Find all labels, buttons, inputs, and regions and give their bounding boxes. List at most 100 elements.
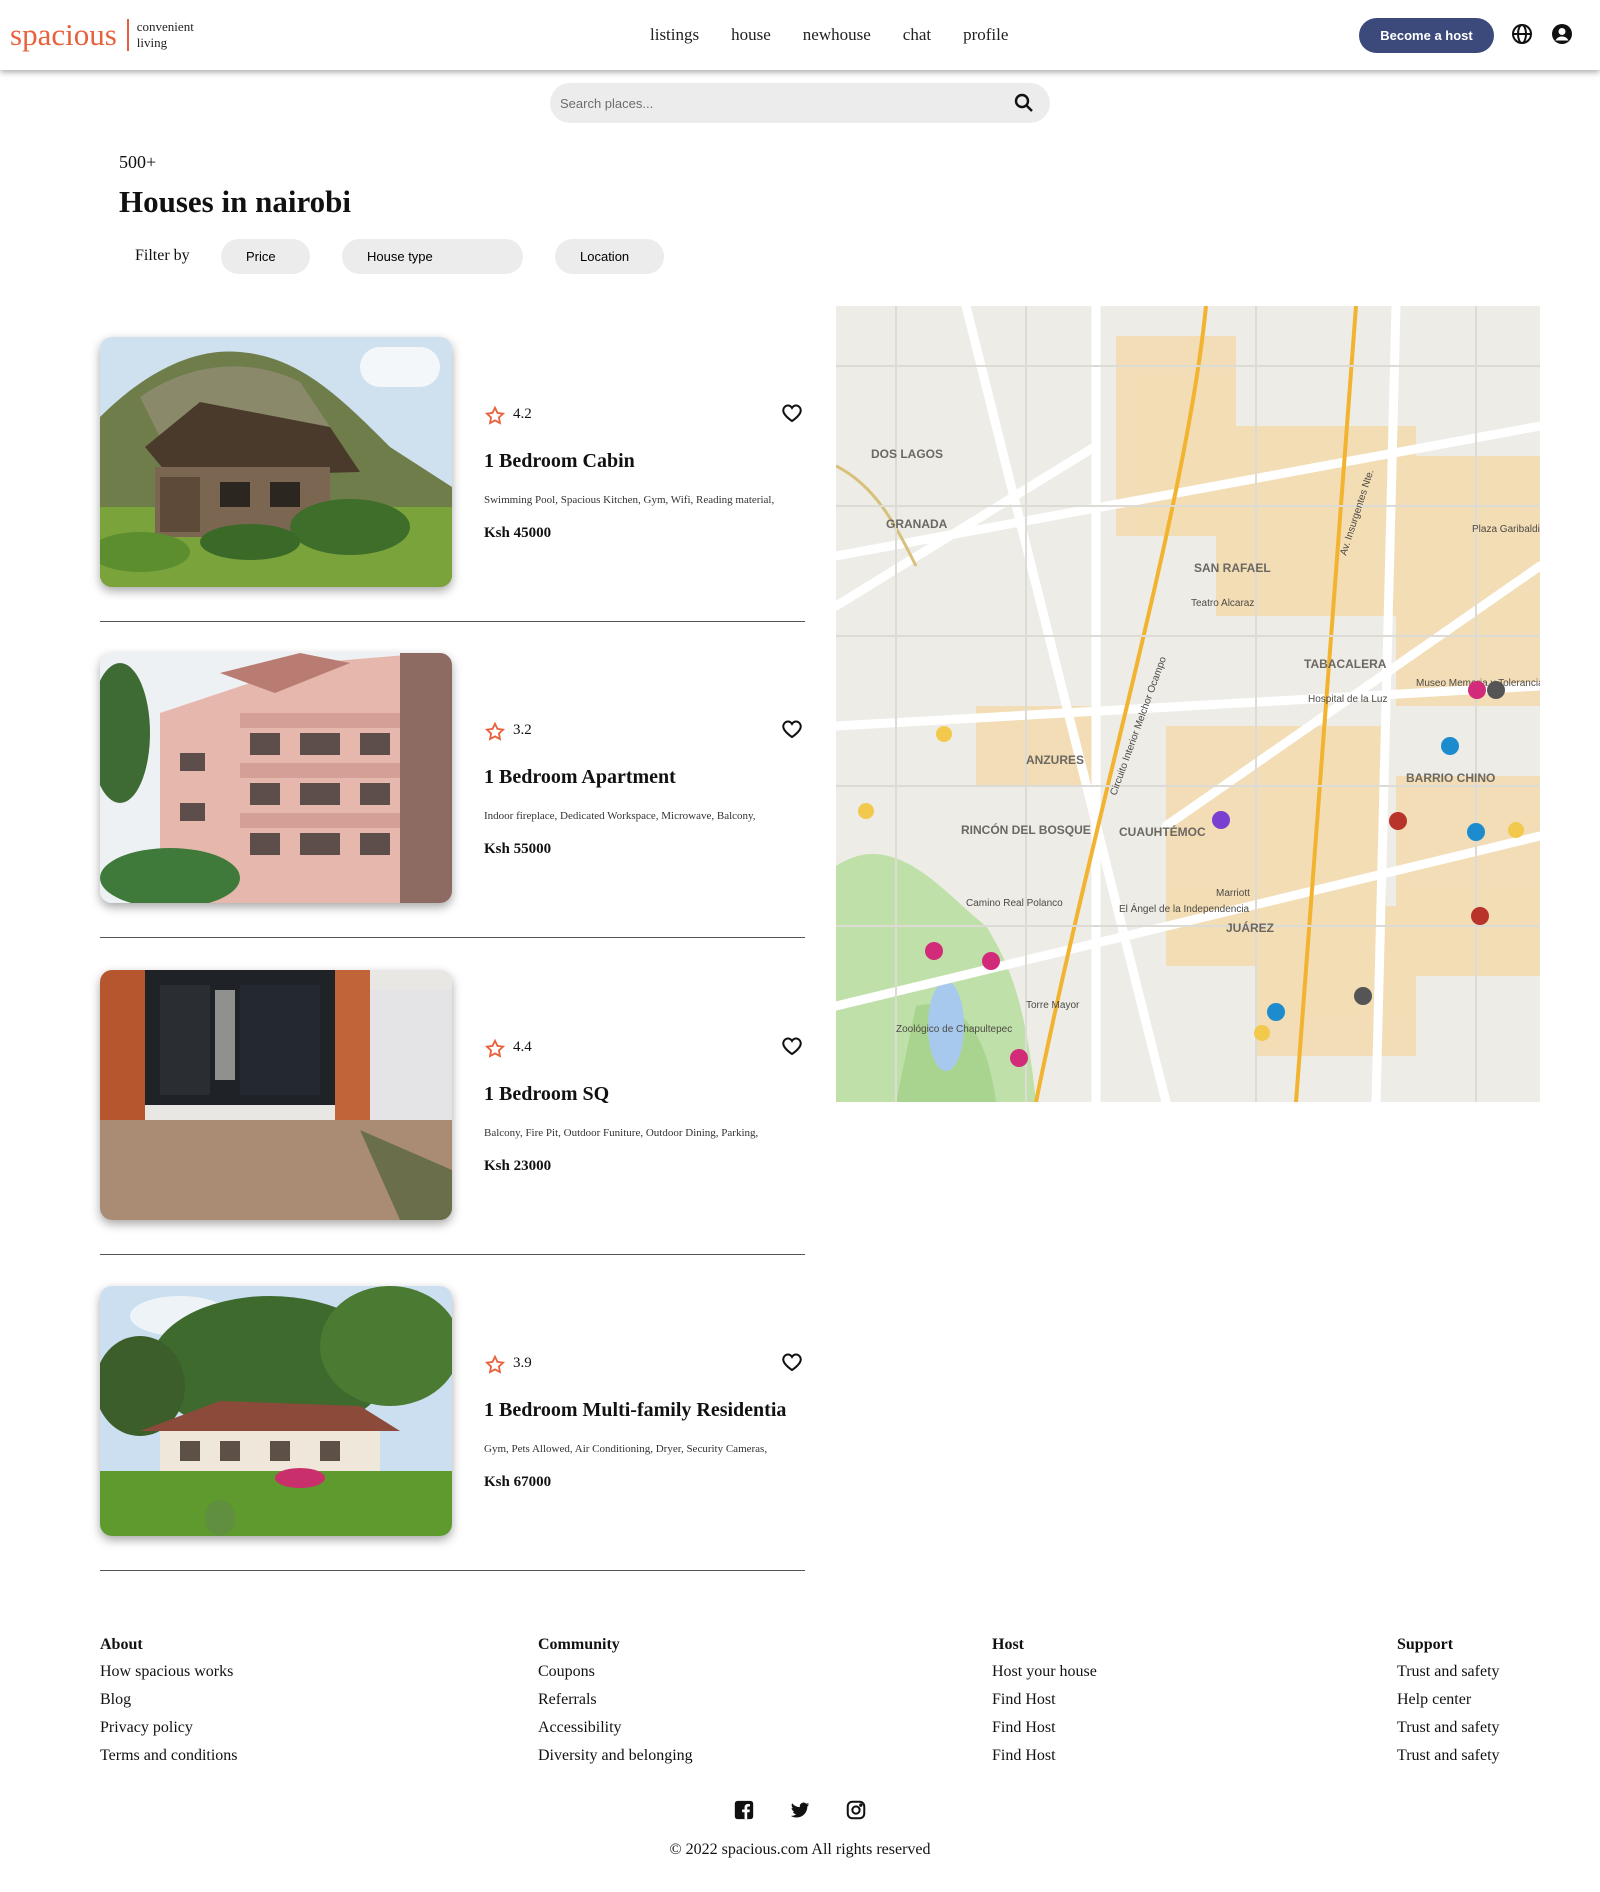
footer-heading: About [100,1636,143,1653]
map-label: Torre Mayor [1026,1000,1080,1011]
listing-amenities: Swimming Pool, Spacious Kitchen, Gym, Wi… [484,494,775,506]
map-label: ANZURES [1026,753,1084,767]
footer-link[interactable]: Privacy policy [100,1714,238,1742]
filter-house-type[interactable]: House type [342,239,523,274]
filter-label: Filter by [135,247,190,264]
listing-photo[interactable] [100,337,452,587]
listing-price: Ksh 45000 [484,525,552,541]
map-label: CUAUHTÉMOC [1119,824,1206,839]
footer-about: About How spacious works Blog Privacy po… [100,1636,238,1770]
top-navbar: spacious convenient living listings hous… [0,0,1600,70]
map-label: BARRIO CHINO [1406,771,1495,785]
footer-link[interactable]: How spacious works [100,1658,238,1686]
main-nav: listings house newhouse chat profile [650,24,1040,46]
heart-icon[interactable] [780,1034,804,1058]
listing-name[interactable]: 1 Bedroom Cabin [484,450,635,473]
footer-heading: Host [992,1636,1024,1653]
copyright: © 2022 spacious.com All rights reserved [669,1841,931,1858]
listing-price: Ksh 55000 [484,841,552,857]
footer-community: Community Coupons Referrals Accessibilit… [538,1636,693,1770]
twitter-icon[interactable] [789,1799,811,1821]
heart-icon[interactable] [780,401,804,425]
star-icon [484,405,506,425]
brand-tagline: convenient living [137,19,194,51]
listing-card[interactable]: 4.2 1 Bedroom Cabin Swimming Pool, Spaci… [100,337,805,637]
footer-support: Support Trust and safety Help center Tru… [1397,1636,1500,1770]
nav-chat[interactable]: chat [903,24,931,46]
listing-price: Ksh 67000 [484,1474,552,1490]
listing-photo[interactable] [100,970,452,1220]
tagline-line-1: convenient [136,19,194,34]
footer-link[interactable]: Host your house [992,1658,1097,1686]
brand-logo[interactable]: spacious convenient living [10,16,194,54]
user-circle-icon[interactable] [1550,22,1574,46]
listing-name[interactable]: 1 Bedroom Multi-family Residentia [484,1399,786,1422]
star-icon [484,1038,506,1058]
footer-link[interactable]: Accessibility [538,1714,693,1742]
search-input[interactable] [560,83,980,123]
footer-link[interactable]: Coupons [538,1658,693,1686]
footer-link[interactable]: Blog [100,1686,238,1714]
nav-profile[interactable]: profile [963,24,1008,46]
logo-divider [126,19,129,51]
tagline-line-2: living [136,35,168,50]
footer-heading: Support [1397,1636,1454,1653]
filter-price[interactable]: Price [221,239,310,274]
listing-name[interactable]: 1 Bedroom Apartment [484,766,676,789]
footer-link[interactable]: Find Host [992,1686,1097,1714]
star-icon [484,721,506,741]
map-label: TABACALERA [1304,657,1387,671]
listing-price: Ksh 23000 [484,1158,552,1174]
search-bar [550,83,1050,123]
listing-rating: 4.2 [513,406,532,422]
listing-card[interactable]: 3.9 1 Bedroom Multi-family Residentia Gy… [100,1286,805,1586]
search-icon[interactable] [1012,91,1036,115]
footer-link[interactable]: Help center [1397,1686,1500,1714]
footer-link[interactable]: Referrals [538,1686,693,1714]
listing-amenities: Gym, Pets Allowed, Air Conditioning, Dry… [484,1443,768,1455]
listing-rating: 3.2 [513,722,532,738]
instagram-icon[interactable] [845,1799,867,1821]
map-label: Marriott [1216,888,1250,899]
nav-newhouse[interactable]: newhouse [803,24,871,46]
listing-amenities: Indoor fireplace, Dedicated Workspace, M… [484,810,756,822]
map-label: Hospital de la Luz [1308,694,1388,705]
footer-link[interactable]: Trust and safety [1397,1742,1500,1770]
results-count: 500+ [119,152,157,172]
globe-icon[interactable] [1510,22,1534,46]
listing-card[interactable]: 4.4 1 Bedroom SQ Balcony, Fire Pit, Outd… [100,970,805,1270]
listing-divider [100,937,805,938]
map-label: RINCÓN DEL BOSQUE [961,822,1091,837]
footer-heading: Community [538,1636,620,1653]
listing-photo[interactable] [100,1286,452,1536]
nav-listings[interactable]: listings [650,24,699,46]
footer-link[interactable]: Trust and safety [1397,1714,1500,1742]
footer-link[interactable]: Terms and conditions [100,1742,238,1770]
map-label: Teatro Alcaraz [1191,598,1254,609]
listing-rating: 3.9 [513,1355,532,1371]
footer-link[interactable]: Diversity and belonging [538,1742,693,1770]
page-title: Houses in nairobi [119,184,352,219]
heart-icon[interactable] [780,1350,804,1374]
listing-rating: 4.4 [513,1039,532,1055]
footer-link[interactable]: Trust and safety [1397,1658,1500,1686]
listings-map[interactable]: DOS LAGOS GRANADA SAN RAFAEL TABACALERA … [836,306,1540,1102]
star-icon [484,1354,506,1374]
nav-house[interactable]: house [731,24,771,46]
become-host-button[interactable]: Become a host [1359,18,1494,53]
listing-photo[interactable] [100,653,452,903]
footer-host: Host Host your house Find Host Find Host… [992,1636,1097,1770]
footer-link[interactable]: Find Host [992,1742,1097,1770]
map-label: GRANADA [886,517,948,531]
brand-name: spacious [10,17,117,52]
listing-divider [100,621,805,622]
listing-name[interactable]: 1 Bedroom SQ [484,1083,609,1106]
filter-location[interactable]: Location [555,239,664,274]
map-label: Camino Real Polanco [966,898,1063,909]
listing-card[interactable]: 3.2 1 Bedroom Apartment Indoor fireplace… [100,653,805,953]
map-label: DOS LAGOS [871,447,943,461]
heart-icon[interactable] [780,717,804,741]
map-label: JUÁREZ [1226,920,1274,935]
facebook-icon[interactable] [733,1799,755,1821]
footer-link[interactable]: Find Host [992,1714,1097,1742]
